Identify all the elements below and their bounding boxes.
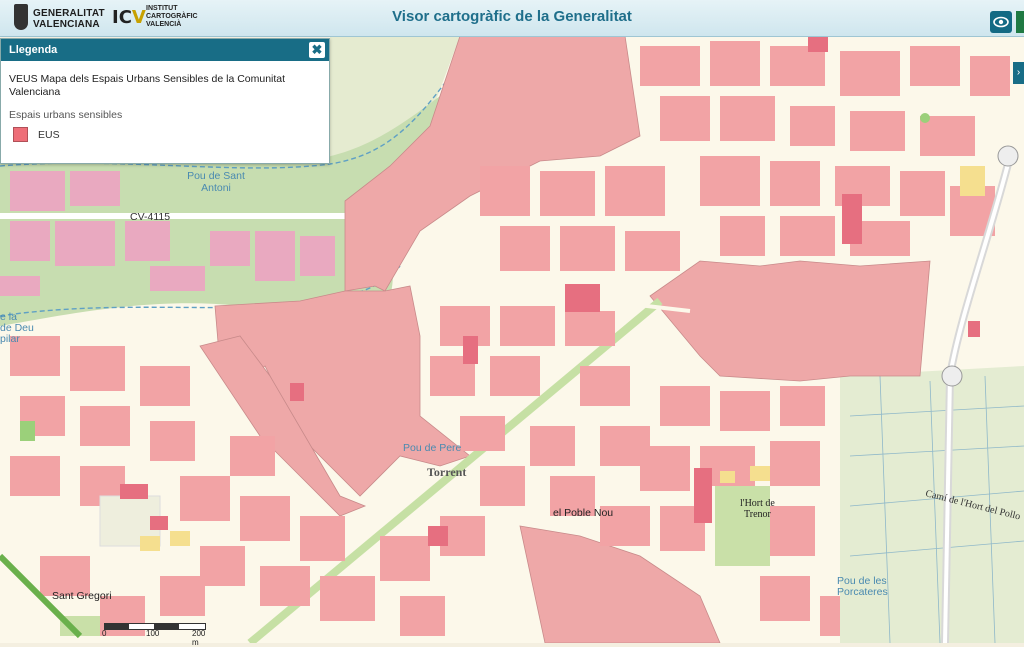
scale-tick-0: 0	[102, 629, 107, 638]
label-road-cv4115: CV-4115	[130, 211, 170, 223]
label-torrent: Torrent	[427, 465, 466, 479]
label-porcateres-2: Porcateres	[837, 586, 888, 598]
scale-bar-segment	[105, 624, 129, 629]
legend-item-label: EUS	[38, 128, 60, 141]
side-panel-toggle-button[interactable]: ›	[1013, 62, 1024, 84]
legend-panel: Llegenda ✖ VEUS Mapa dels Espais Urbans …	[0, 38, 330, 164]
legend-swatch	[13, 127, 28, 142]
app-title: Visor cartogràfic de la Generalitat	[392, 8, 632, 25]
eye-icon	[993, 16, 1009, 28]
scale-bar: 0 100 200 m	[102, 620, 206, 647]
label-poble-nou: el Poble Nou	[553, 507, 613, 519]
toolbar-edge-button[interactable]	[1016, 11, 1024, 33]
label-pou-pere: Pou de Pere	[403, 442, 462, 454]
label-pou-sant-antoni-2: Antoni	[201, 182, 231, 194]
label-hort-1: l'Hort de	[740, 498, 775, 509]
legend-layer-title: VEUS Mapa dels Espais Urbans Sensibles d…	[9, 73, 286, 98]
scale-tick-200: 200 m	[192, 629, 206, 647]
label-deu-3: pilar	[0, 333, 20, 345]
legend-header: Llegenda ✖	[1, 39, 329, 61]
legend-title: Llegenda	[9, 44, 58, 56]
app-header: GENERALITAT VALENCIANA ICV INSTITUT CART…	[0, 0, 1024, 37]
label-sant-gregori: Sant Gregori	[52, 590, 112, 602]
scale-tick-100: 100	[146, 629, 160, 638]
label-pou-sant-antoni-1: Pou de Sant	[187, 170, 245, 182]
label-hort-2: Trenor	[744, 509, 772, 520]
legend-item-eus: EUS	[13, 127, 329, 142]
visibility-button[interactable]	[990, 11, 1012, 33]
legend-group-title: Espais urbans sensibles	[9, 109, 123, 121]
close-icon[interactable]: ✖	[309, 42, 325, 58]
